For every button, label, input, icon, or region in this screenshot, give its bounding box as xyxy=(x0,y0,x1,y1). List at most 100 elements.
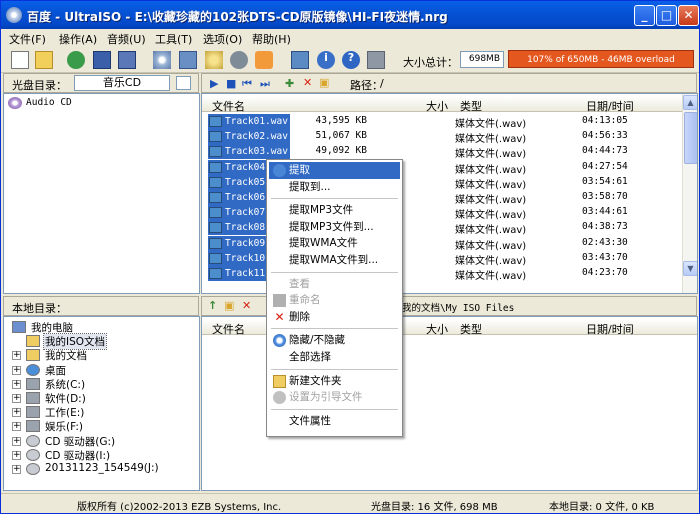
help-icon[interactable]: ? xyxy=(342,51,360,69)
col-filename[interactable]: 文件名 xyxy=(212,98,245,114)
up-icon[interactable]: ↑ xyxy=(208,299,217,312)
menu-actions[interactable]: 操作(A) xyxy=(59,31,97,47)
scroll-down-button[interactable]: ▼ xyxy=(683,261,697,276)
options-icon[interactable] xyxy=(291,51,309,69)
maximize-button[interactable]: □ xyxy=(656,5,677,26)
context-menu-item[interactable]: 文件属性 xyxy=(269,413,400,430)
menu-audio[interactable]: 音频(U) xyxy=(107,31,146,47)
exit-icon[interactable] xyxy=(367,51,385,69)
scroll-thumb[interactable] xyxy=(684,112,697,164)
new-folder-toolbar-icon[interactable]: ▣ xyxy=(319,76,329,89)
tree-item[interactable]: + 工作(E:) xyxy=(4,405,194,419)
tree-item[interactable]: + 娱乐(F:) xyxy=(4,419,194,433)
menu-separator xyxy=(271,328,398,330)
info-icon[interactable]: i xyxy=(317,51,335,69)
expand-icon[interactable]: + xyxy=(12,394,21,403)
context-menu-item[interactable]: 提取WMA文件 xyxy=(269,235,400,252)
wav-file-icon xyxy=(209,116,222,127)
prev-icon[interactable]: ⏮ xyxy=(242,77,252,91)
file-type: 媒体文件(.wav) xyxy=(455,164,527,176)
virtual-drive-icon[interactable] xyxy=(230,51,248,69)
context-menu-label: 提取MP3文件到... xyxy=(289,220,374,233)
context-menu-item[interactable]: 全部选择 xyxy=(269,349,400,366)
cd-drive-icon xyxy=(26,448,40,461)
local-col-size[interactable]: 大小 xyxy=(426,321,448,337)
context-menu-item[interactable]: 隐藏/不隐藏 xyxy=(269,332,400,349)
wav-file-icon xyxy=(209,161,222,173)
col-type[interactable]: 类型 xyxy=(460,98,482,114)
local-col-filename[interactable]: 文件名 xyxy=(212,321,245,337)
expand-icon[interactable]: + xyxy=(12,408,21,418)
context-menu-item[interactable]: 提取WMA文件到... xyxy=(269,252,400,269)
expand-icon[interactable]: + xyxy=(12,379,21,389)
volume-label-field[interactable]: 音乐CD xyxy=(74,75,170,91)
mount-icon[interactable] xyxy=(179,51,197,69)
menu-options[interactable]: 选项(O) xyxy=(203,31,242,47)
tree-item[interactable]: 我的电脑 xyxy=(4,320,194,334)
table-row[interactable]: Track03.wav 49,092 KB 媒体文件(.wav) 04:44:73 xyxy=(202,144,682,160)
menu-help[interactable]: 帮助(H) xyxy=(252,31,291,47)
tree-item[interactable]: + 桌面 xyxy=(4,363,194,377)
context-menu-item[interactable]: 提取MP3文件到... xyxy=(269,219,400,236)
tree-item[interactable]: + 系统(C:) xyxy=(4,377,194,391)
context-menu-item[interactable]: 提取MP3文件 xyxy=(269,202,400,219)
tree-item[interactable]: + CD 驱动器(I:) xyxy=(4,448,194,462)
tree-item[interactable]: 我的ISO文档 xyxy=(4,333,194,351)
drive-icon xyxy=(26,406,40,419)
scroll-up-button[interactable]: ▲ xyxy=(683,95,697,110)
context-menu-item[interactable]: 提取到... xyxy=(269,179,400,196)
expand-icon[interactable]: + xyxy=(12,465,21,474)
expand-icon[interactable]: + xyxy=(12,351,21,361)
new-folder-local-icon[interactable]: ▣ xyxy=(224,299,234,312)
context-menu-item[interactable]: ✕ 删除 xyxy=(269,309,400,326)
expand-icon[interactable]: + xyxy=(12,450,21,460)
tree-item[interactable]: + CD 驱动器(G:) xyxy=(4,434,194,448)
edit-label-icon[interactable] xyxy=(176,76,191,90)
table-row[interactable]: Track01.wav 43,595 KB 媒体文件(.wav) 04:13:05 xyxy=(202,114,682,130)
col-date[interactable]: 日期/时间 xyxy=(586,98,634,114)
tree-item[interactable]: + 我的文档 xyxy=(4,348,194,362)
iso-folder-icon xyxy=(26,335,40,348)
burn-cd-icon[interactable] xyxy=(153,51,171,69)
local-col-type[interactable]: 类型 xyxy=(460,321,482,337)
expand-icon[interactable]: + xyxy=(12,436,21,446)
file-type: 媒体文件(.wav) xyxy=(455,271,527,282)
boot-icon xyxy=(273,391,286,405)
cd-tree-panel: Audio CD xyxy=(3,93,200,294)
context-menu-item[interactable]: 提取 xyxy=(269,162,400,179)
close-button[interactable]: ✕ xyxy=(678,5,699,26)
stop-icon[interactable]: ■ xyxy=(226,77,236,90)
context-menu-item[interactable]: 新建文件夹 xyxy=(269,373,400,390)
vertical-scrollbar[interactable]: ▲ ▼ xyxy=(682,94,697,293)
convert-icon[interactable] xyxy=(255,51,273,69)
context-menu-label: 提取WMA文件到... xyxy=(289,254,379,266)
minimize-button[interactable]: _ xyxy=(634,5,655,26)
next-icon[interactable]: ⏭ xyxy=(260,77,270,91)
extract-toolbar-icon[interactable] xyxy=(67,51,85,69)
delete-local-icon[interactable]: ✕ xyxy=(242,299,251,312)
rename-icon xyxy=(273,294,286,308)
new-icon[interactable] xyxy=(11,51,29,69)
table-row[interactable]: Track02.wav 51,067 KB 媒体文件(.wav) 04:56:33 xyxy=(202,129,682,145)
play-icon[interactable]: ▶ xyxy=(210,77,218,90)
wav-file-icon xyxy=(209,237,222,249)
menu-separator xyxy=(271,271,398,273)
col-size[interactable]: 大小 xyxy=(426,98,448,114)
tree-item[interactable]: +20131123_154549(J:) xyxy=(4,462,194,476)
expand-icon[interactable]: + xyxy=(12,365,21,375)
delete-toolbar-icon[interactable]: ✕ xyxy=(303,76,312,89)
local-col-date[interactable]: 日期/时间 xyxy=(586,321,634,337)
add-icon[interactable]: ✚ xyxy=(285,77,294,90)
tree-item-label: 20131123_154549(J:) xyxy=(45,462,159,474)
title-bar[interactable]: 百度 - UltraISO - E:\收藏珍藏的102张DTS-CD原版镜像\H… xyxy=(1,1,699,29)
compress-icon[interactable] xyxy=(205,51,223,69)
cd-file-toolbar: ▶ ■ ⏮ ⏭ ✚ ✕ ▣ 路径： / xyxy=(201,73,697,93)
open-icon[interactable] xyxy=(35,51,53,69)
context-menu-label: 全部选择 xyxy=(289,351,331,363)
menu-file[interactable]: 文件(F) xyxy=(9,31,46,47)
save-as-icon[interactable] xyxy=(118,51,136,69)
tree-item[interactable]: + 软件(D:) xyxy=(4,391,194,405)
menu-tools[interactable]: 工具(T) xyxy=(155,31,192,47)
save-icon[interactable] xyxy=(93,51,111,69)
expand-icon[interactable]: + xyxy=(12,422,21,432)
